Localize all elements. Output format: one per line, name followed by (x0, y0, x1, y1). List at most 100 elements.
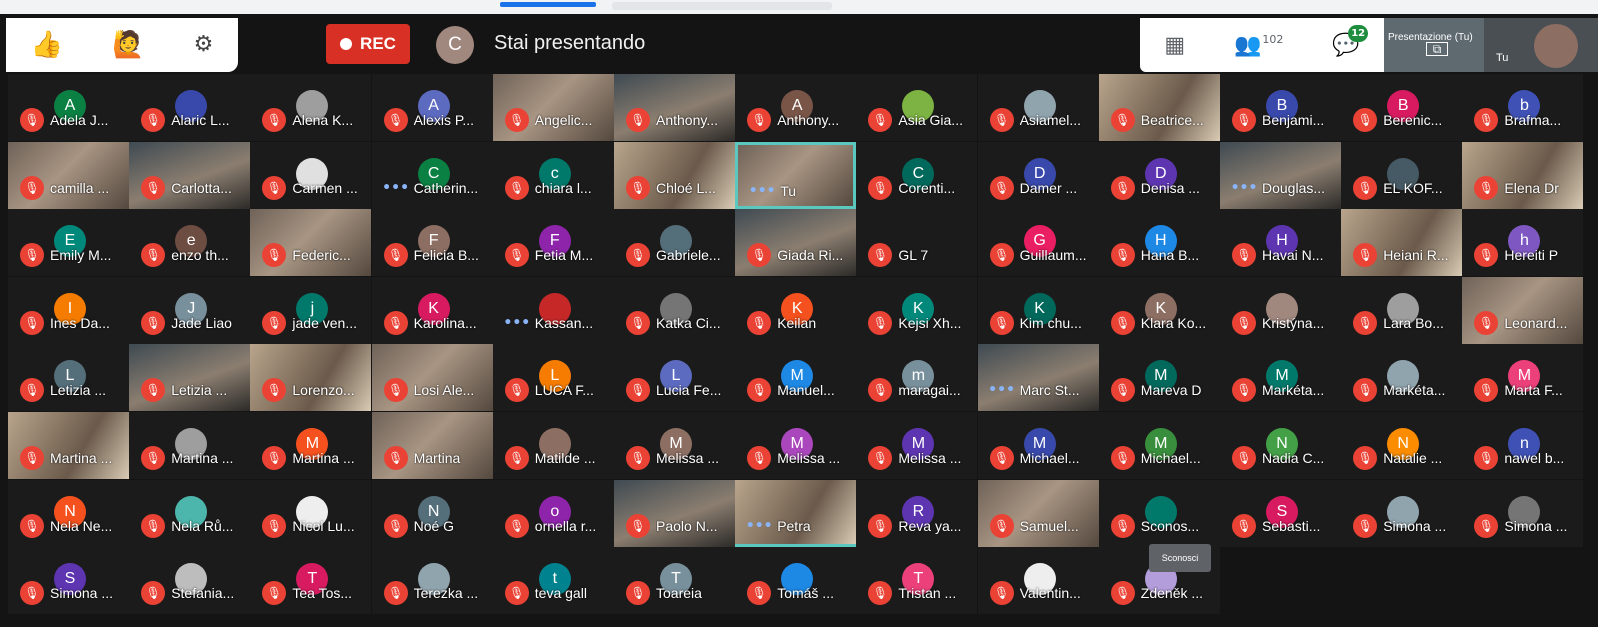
participant-tile[interactable]: 🎙 Martina ... (8, 412, 129, 479)
participant-tile[interactable]: K 🎙 Kejsi Xh... (856, 276, 978, 344)
participant-tile[interactable]: T 🎙 Tea Tos... (250, 547, 372, 615)
participant-tile[interactable]: ••• Marc St... (977, 344, 1099, 412)
participant-tile[interactable]: 🎙 Losi Ale... (371, 344, 493, 412)
participant-tile[interactable]: M 🎙 Melissa ... (735, 412, 857, 479)
participant-tile[interactable]: 🎙 GL 7 (856, 209, 978, 277)
participant-tile[interactable]: ••• Douglas... (1220, 141, 1341, 209)
participant-tile[interactable]: M 🎙 Michael... (1098, 412, 1220, 479)
participant-tile[interactable]: 🎙 Paolo N... (614, 479, 735, 547)
participant-tile[interactable]: N 🎙 Nela Ne... (8, 479, 129, 547)
participant-tile[interactable]: 🎙 Carmen ... (250, 141, 372, 209)
participant-tile[interactable]: ••• Tu (735, 141, 857, 209)
recording-badge[interactable]: REC (326, 24, 410, 64)
people-button[interactable]: 👥 102 (1234, 33, 1283, 58)
participant-tile[interactable]: D 🎙 Damer ... (977, 141, 1099, 209)
raise-hand-icon[interactable]: 🙋 (112, 32, 144, 58)
participant-tile[interactable]: 🎙 Simona ... (1462, 479, 1584, 547)
participant-tile[interactable]: c 🎙 chiara l... (492, 141, 614, 209)
participant-tile[interactable]: ••• Petra (735, 479, 857, 547)
participant-tile[interactable]: 🎙 Chloé L... (614, 141, 735, 209)
participant-tile[interactable]: j 🎙 jade ven... (250, 276, 372, 344)
participant-tile[interactable]: G 🎙 Guillaum... (977, 209, 1099, 277)
gear-icon[interactable]: ⚙ (194, 34, 214, 56)
participant-tile[interactable]: 🎙 Valentin... (977, 547, 1099, 615)
participant-tile[interactable]: L 🎙 Lucia Fe... (614, 344, 735, 412)
participant-tile[interactable]: 🎙 Anthony... (614, 74, 735, 141)
participant-tile[interactable]: 🎙 Gabriele... (614, 209, 735, 277)
participant-tile[interactable]: 🎙 Matilde ... (492, 412, 614, 479)
participant-tile[interactable]: F 🎙 Felicia B... (371, 209, 493, 277)
participant-tile[interactable]: 🎙 Alena K... (250, 74, 372, 141)
participant-tile[interactable]: 🎙 Samuel... (977, 479, 1099, 547)
participant-tile[interactable]: 🎙 Simona ... (1341, 479, 1463, 547)
participant-tile[interactable]: M 🎙 Melissa ... (614, 412, 735, 479)
participant-tile[interactable]: 🎙 Kristýna... (1220, 276, 1341, 344)
participant-tile[interactable]: 🎙 Nicol Lu... (250, 479, 372, 547)
participant-tile[interactable]: 🎙 Carlotta... (129, 141, 251, 209)
participant-tile[interactable]: 🎙 Beatrice... (1098, 74, 1220, 141)
participant-tile[interactable]: 🎙 Heiani R... (1341, 209, 1463, 277)
participant-tile[interactable]: 🎙 Asiamel... (977, 74, 1099, 141)
participant-tile[interactable]: 🎙 Leonard... (1462, 276, 1584, 344)
participant-tile[interactable]: H 🎙 Havai N... (1220, 209, 1341, 277)
participant-tile[interactable]: 🎙 Terezka ... (371, 547, 493, 615)
participant-tile[interactable]: M 🎙 Michael... (977, 412, 1099, 479)
participant-tile[interactable]: 🎙 Martina (371, 412, 493, 479)
participant-tile[interactable]: m 🎙 maragai... (856, 344, 978, 412)
participant-tile[interactable]: R 🎙 Reva ya... (856, 479, 978, 547)
participant-tile[interactable]: A 🎙 Alexis P... (371, 74, 493, 141)
participant-tile[interactable]: K 🎙 Klara Ko... (1098, 276, 1220, 344)
participant-tile[interactable]: E 🎙 Emily M... (8, 209, 129, 277)
participant-tile[interactable]: 🎙 Markéta... (1341, 344, 1463, 412)
participant-tile[interactable]: 🎙 Tomáš ... (735, 547, 857, 615)
participant-tile[interactable]: J 🎙 Jade Liao (129, 276, 251, 344)
participant-tile[interactable]: L 🎙 Letizia ... (8, 344, 129, 412)
participant-tile[interactable]: ••• Kassan... (492, 276, 614, 344)
participant-tile[interactable]: H 🎙 Hana B... (1098, 209, 1220, 277)
participant-tile[interactable]: B 🎙 Benjami... (1220, 74, 1341, 141)
participant-tile[interactable]: 🎙 Federic... (250, 209, 372, 277)
participant-tile[interactable]: e 🎙 enzo th... (129, 209, 251, 277)
participant-tile[interactable]: M 🎙 Melissa ... (856, 412, 978, 479)
participant-tile[interactable]: C 🎙 Corenti... (856, 141, 978, 209)
participant-tile[interactable]: M 🎙 Marta F... (1462, 344, 1584, 412)
participant-tile[interactable]: I 🎙 Ines Da... (8, 276, 129, 344)
participant-tile[interactable]: K 🎙 Karolina... (371, 276, 493, 344)
participant-tile[interactable]: A 🎙 Adela J... (8, 74, 129, 141)
participant-tile[interactable]: N 🎙 Noé G (371, 479, 493, 547)
participant-tile[interactable]: 🎙 Sconos... (1098, 479, 1220, 547)
participant-tile[interactable]: o 🎙 ornella r... (492, 479, 614, 547)
participant-tile[interactable]: T 🎙 Toareia (614, 547, 735, 615)
participant-tile[interactable]: F 🎙 Fetia M... (492, 209, 614, 277)
participant-tile[interactable]: M 🎙 Markéta... (1220, 344, 1341, 412)
participant-tile[interactable]: B 🎙 Berenic... (1341, 74, 1463, 141)
participant-tile[interactable]: M 🎙 Martina ... (250, 412, 372, 479)
participant-tile[interactable]: S 🎙 Simona ... (8, 547, 129, 615)
participant-tile[interactable]: N 🎙 Nadia C... (1220, 412, 1341, 479)
participant-tile[interactable]: M 🎙 Manuel... (735, 344, 857, 412)
chat-button[interactable]: 💬 12 (1332, 24, 1369, 58)
participant-tile[interactable]: K 🎙 Kim chu... (977, 276, 1099, 344)
participant-tile[interactable]: 🎙 EL KOF... (1341, 141, 1463, 209)
participant-tile[interactable]: 🎙 Lorenzo... (250, 344, 372, 412)
participant-tile[interactable]: 🎙 Nela Rů... (129, 479, 251, 547)
participant-tile[interactable]: 🎙 Letizia ... (129, 344, 251, 412)
participant-tile[interactable]: 🎙 Elena Dr (1462, 141, 1584, 209)
participant-tile[interactable]: b 🎙 Brafma... (1462, 74, 1584, 141)
inactive-tab[interactable] (612, 2, 832, 10)
participant-tile[interactable]: K 🎙 Keilan (735, 276, 857, 344)
participant-tile[interactable]: D 🎙 Denisa ... (1098, 141, 1220, 209)
participant-tile[interactable]: 🎙 Angelic... (492, 74, 614, 141)
participant-tile[interactable]: 🎙 Giada Ri... (735, 209, 857, 277)
participant-tile[interactable]: 🎙 Stefania... (129, 547, 251, 615)
participant-tile[interactable]: A 🎙 Anthony... (735, 74, 857, 141)
participant-tile[interactable]: T 🎙 Tristan ... (856, 547, 978, 615)
participant-tile[interactable]: 🎙 Lara Bo... (1341, 276, 1463, 344)
participant-tile[interactable]: N 🎙 Natalie ... (1341, 412, 1463, 479)
participant-tile[interactable]: S 🎙 Sebasti... (1220, 479, 1341, 547)
participant-tile[interactable]: n 🎙 nawel b... (1462, 412, 1584, 479)
thumbs-up-icon[interactable]: 👍 (31, 32, 63, 58)
participant-tile[interactable]: t 🎙 teva gall (492, 547, 614, 615)
participant-tile[interactable]: M 🎙 Mareva D (1098, 344, 1220, 412)
participant-tile[interactable]: C ••• Catherin... (371, 141, 493, 209)
